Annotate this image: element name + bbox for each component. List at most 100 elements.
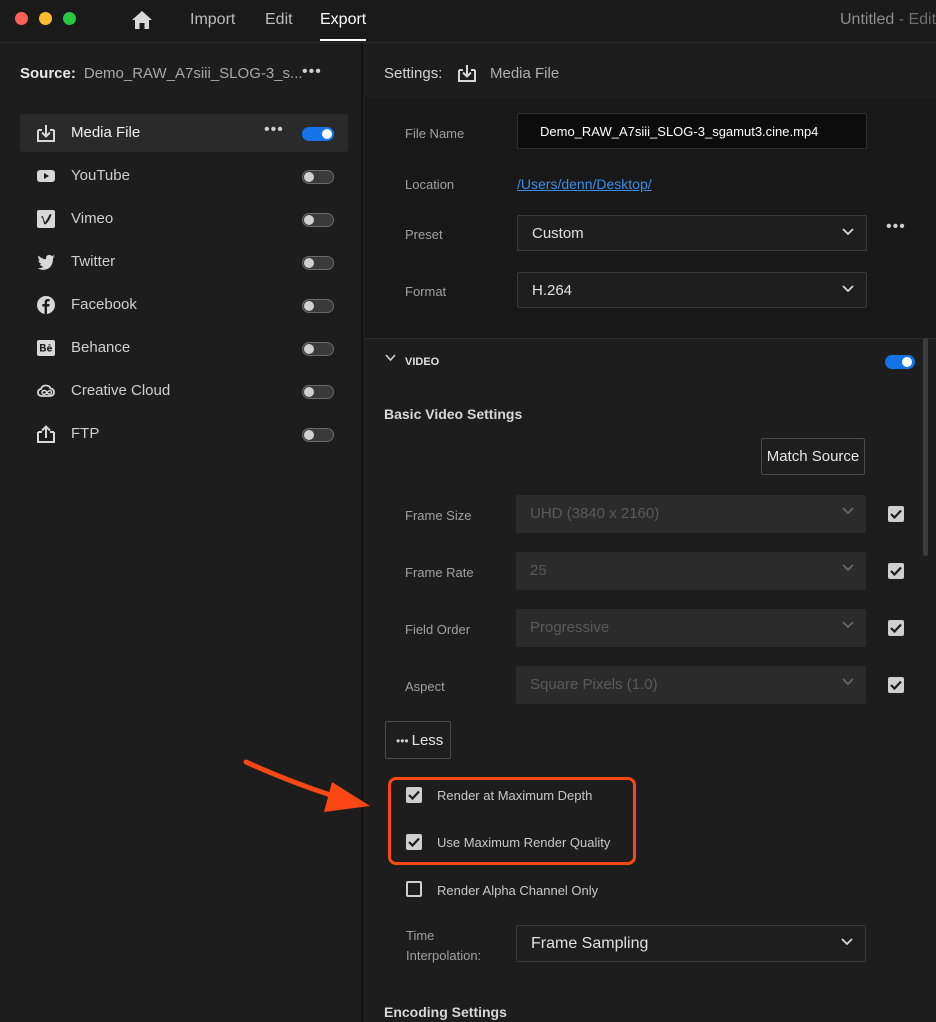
chevron-down-icon xyxy=(842,564,854,572)
format-value: H.264 xyxy=(532,282,573,299)
destination-label: Behance xyxy=(71,339,131,356)
render-alpha-label: Render Alpha Channel Only xyxy=(437,883,599,898)
destination-media-file[interactable]: Media File ••• xyxy=(20,114,348,152)
field-order-label: Field Order xyxy=(405,622,471,637)
youtube-icon xyxy=(37,170,55,182)
destination-toggle[interactable] xyxy=(302,342,334,356)
download-icon xyxy=(37,125,55,142)
more-dots-icon: ••• xyxy=(396,734,409,748)
destination-more-button[interactable]: ••• xyxy=(264,121,284,139)
frame-rate-match-checkbox[interactable] xyxy=(888,563,904,579)
destination-toggle[interactable] xyxy=(302,299,334,313)
preset-select[interactable]: Custom xyxy=(517,215,867,251)
chevron-down-icon xyxy=(842,507,854,515)
chevron-down-icon xyxy=(841,938,853,946)
source-row: Source: Demo_RAW_A7siii_SLOG-3_s... xyxy=(20,65,303,82)
aspect-select: Square Pixels (1.0) xyxy=(516,666,866,704)
file-name-input[interactable]: Demo_RAW_A7siii_SLOG-3_sgamut3.cine.mp4 xyxy=(517,113,867,149)
time-interpolation-label: Time Interpolation: xyxy=(406,926,481,966)
upload-icon xyxy=(37,425,55,443)
preset-label: Preset xyxy=(405,227,443,242)
twitter-icon xyxy=(37,254,55,270)
chevron-down-icon xyxy=(842,285,854,293)
field-order-match-checkbox[interactable] xyxy=(888,620,904,636)
destination-label: Vimeo xyxy=(71,210,114,227)
frame-rate-label: Frame Rate xyxy=(405,565,474,580)
aspect-match-checkbox[interactable] xyxy=(888,677,904,693)
video-section-label[interactable]: VIDEO xyxy=(405,356,439,368)
behance-icon xyxy=(37,340,55,356)
chevron-down-icon xyxy=(842,621,854,629)
format-label: Format xyxy=(405,284,447,299)
destination-label: Facebook xyxy=(71,296,137,313)
chevron-down-icon[interactable] xyxy=(385,354,396,362)
tab-import[interactable]: Import xyxy=(190,11,235,29)
match-source-button[interactable]: Match Source xyxy=(761,438,865,475)
destination-youtube[interactable]: YouTube xyxy=(20,157,348,195)
frame-size-select: UHD (3840 x 2160) xyxy=(516,495,866,533)
location-link[interactable]: /Users/denn/Desktop/ xyxy=(517,176,652,192)
destination-label: Media File xyxy=(71,124,141,141)
document-title-suffix: - Edit xyxy=(894,11,936,28)
basic-video-settings-title: Basic Video Settings xyxy=(384,406,523,422)
section-divider xyxy=(365,338,936,339)
zoom-window-button[interactable] xyxy=(63,12,76,25)
destination-ftp[interactable]: FTP xyxy=(20,415,348,453)
frame-rate-select: 25 xyxy=(516,552,866,590)
settings-label: Settings: xyxy=(384,65,443,82)
frame-size-label: Frame Size xyxy=(405,508,472,523)
frame-size-value: UHD (3840 x 2160) xyxy=(530,505,660,522)
destination-toggle[interactable] xyxy=(302,170,334,184)
destination-toggle[interactable] xyxy=(302,428,334,442)
checkmark-icon xyxy=(890,509,902,519)
aspect-value: Square Pixels (1.0) xyxy=(530,676,658,693)
location-label: Location xyxy=(405,177,455,192)
scrollbar[interactable] xyxy=(923,338,928,556)
destination-toggle[interactable] xyxy=(302,385,334,399)
destination-behance[interactable]: Behance xyxy=(20,329,348,367)
destination-label: YouTube xyxy=(71,167,130,184)
settings-destination: Media File xyxy=(490,65,560,82)
destination-creative-cloud[interactable]: Creative Cloud xyxy=(20,372,348,410)
checkmark-icon xyxy=(890,566,902,576)
time-interpolation-label-line2: Interpolation: xyxy=(406,948,482,963)
checkmark-icon xyxy=(890,680,902,690)
tab-edit[interactable]: Edit xyxy=(265,11,293,29)
frame-rate-value: 25 xyxy=(530,562,547,579)
source-value: Demo_RAW_A7siii_SLOG-3_s... xyxy=(83,65,303,82)
settings-panel: Settings: Media File File Name Demo_RAW_… xyxy=(365,43,936,1022)
time-interpolation-value: Frame Sampling xyxy=(531,935,649,952)
minimize-window-button[interactable] xyxy=(39,12,52,25)
chevron-down-icon xyxy=(842,228,854,236)
video-toggle[interactable] xyxy=(885,355,915,369)
destination-vimeo[interactable]: Vimeo xyxy=(20,200,348,238)
time-interpolation-label-line1: Time xyxy=(406,928,435,943)
source-more-button[interactable]: ••• xyxy=(302,63,322,81)
active-tab-indicator xyxy=(320,39,366,41)
chevron-down-icon xyxy=(842,678,854,686)
close-window-button[interactable] xyxy=(15,12,28,25)
format-select[interactable]: H.264 xyxy=(517,272,867,308)
arrow-annotation-icon xyxy=(243,759,370,812)
checkmark-icon xyxy=(890,623,902,633)
destination-label: FTP xyxy=(71,425,100,442)
home-icon[interactable] xyxy=(130,9,154,31)
destination-toggle[interactable] xyxy=(302,213,334,227)
creative-cloud-icon xyxy=(37,384,55,397)
render-alpha-checkbox[interactable] xyxy=(406,881,422,897)
file-name-label: File Name xyxy=(405,126,465,141)
destination-toggle[interactable] xyxy=(302,127,334,141)
destinations-panel: Source: Demo_RAW_A7siii_SLOG-3_s... ••• M… xyxy=(0,43,363,1022)
destination-label: Twitter xyxy=(71,253,116,270)
time-interpolation-select[interactable]: Frame Sampling xyxy=(516,925,866,962)
preset-more-button[interactable]: ••• xyxy=(886,218,906,236)
destination-twitter[interactable]: Twitter xyxy=(20,243,348,281)
less-button[interactable]: ••• Less xyxy=(385,721,451,759)
frame-size-match-checkbox[interactable] xyxy=(888,506,904,522)
destination-label: Creative Cloud xyxy=(71,382,171,399)
tab-export[interactable]: Export xyxy=(320,11,366,29)
destination-toggle[interactable] xyxy=(302,256,334,270)
preset-value: Custom xyxy=(532,225,584,242)
aspect-label: Aspect xyxy=(405,679,445,694)
destination-facebook[interactable]: Facebook xyxy=(20,286,348,324)
